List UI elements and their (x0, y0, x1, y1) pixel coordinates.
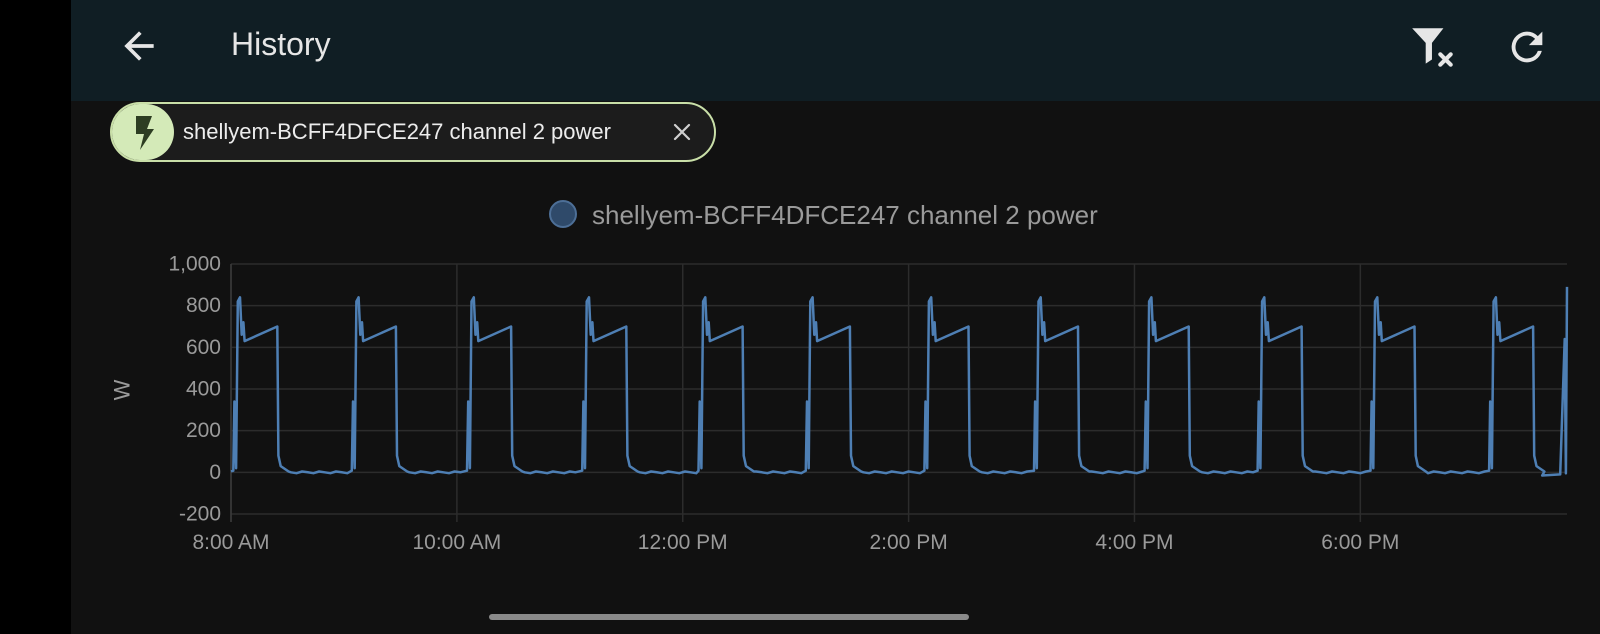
y-tick-label: -200 (179, 503, 221, 526)
history-screen: History shellyem-BCFF4DFCE247 channel 2 … (71, 0, 1600, 634)
y-tick-label: 400 (186, 378, 221, 401)
x-tick-label: 8:00 AM (192, 531, 269, 554)
series-line (230, 286, 1569, 477)
y-tick-label: 600 (186, 336, 221, 359)
home-indicator[interactable] (489, 614, 969, 620)
y-tick-label: 1,000 (168, 253, 221, 276)
x-tick-label: 10:00 AM (412, 531, 501, 554)
y-axis-ticks: 1,000 800 600 400 200 0 -200 (168, 253, 221, 526)
x-axis-ticks: 8:00 AM 10:00 AM 12:00 PM 2:00 PM 4:00 PM 6:0… (192, 531, 1399, 554)
power-history-chart[interactable]: 1,000 800 600 400 200 0 -200 8:00 AM 10:00 AM 12… (71, 0, 1600, 600)
y-axis-label: W (110, 379, 135, 400)
y-tick-label: 0 (209, 461, 221, 484)
x-tick-label: 6:00 PM (1321, 531, 1399, 554)
chart-grid (230, 263, 1567, 522)
y-tick-label: 800 (186, 294, 221, 317)
x-tick-label: 2:00 PM (869, 531, 947, 554)
screen-edge (0, 0, 71, 634)
x-tick-label: 12:00 PM (638, 531, 728, 554)
y-tick-label: 200 (186, 419, 221, 442)
x-tick-label: 4:00 PM (1095, 531, 1173, 554)
